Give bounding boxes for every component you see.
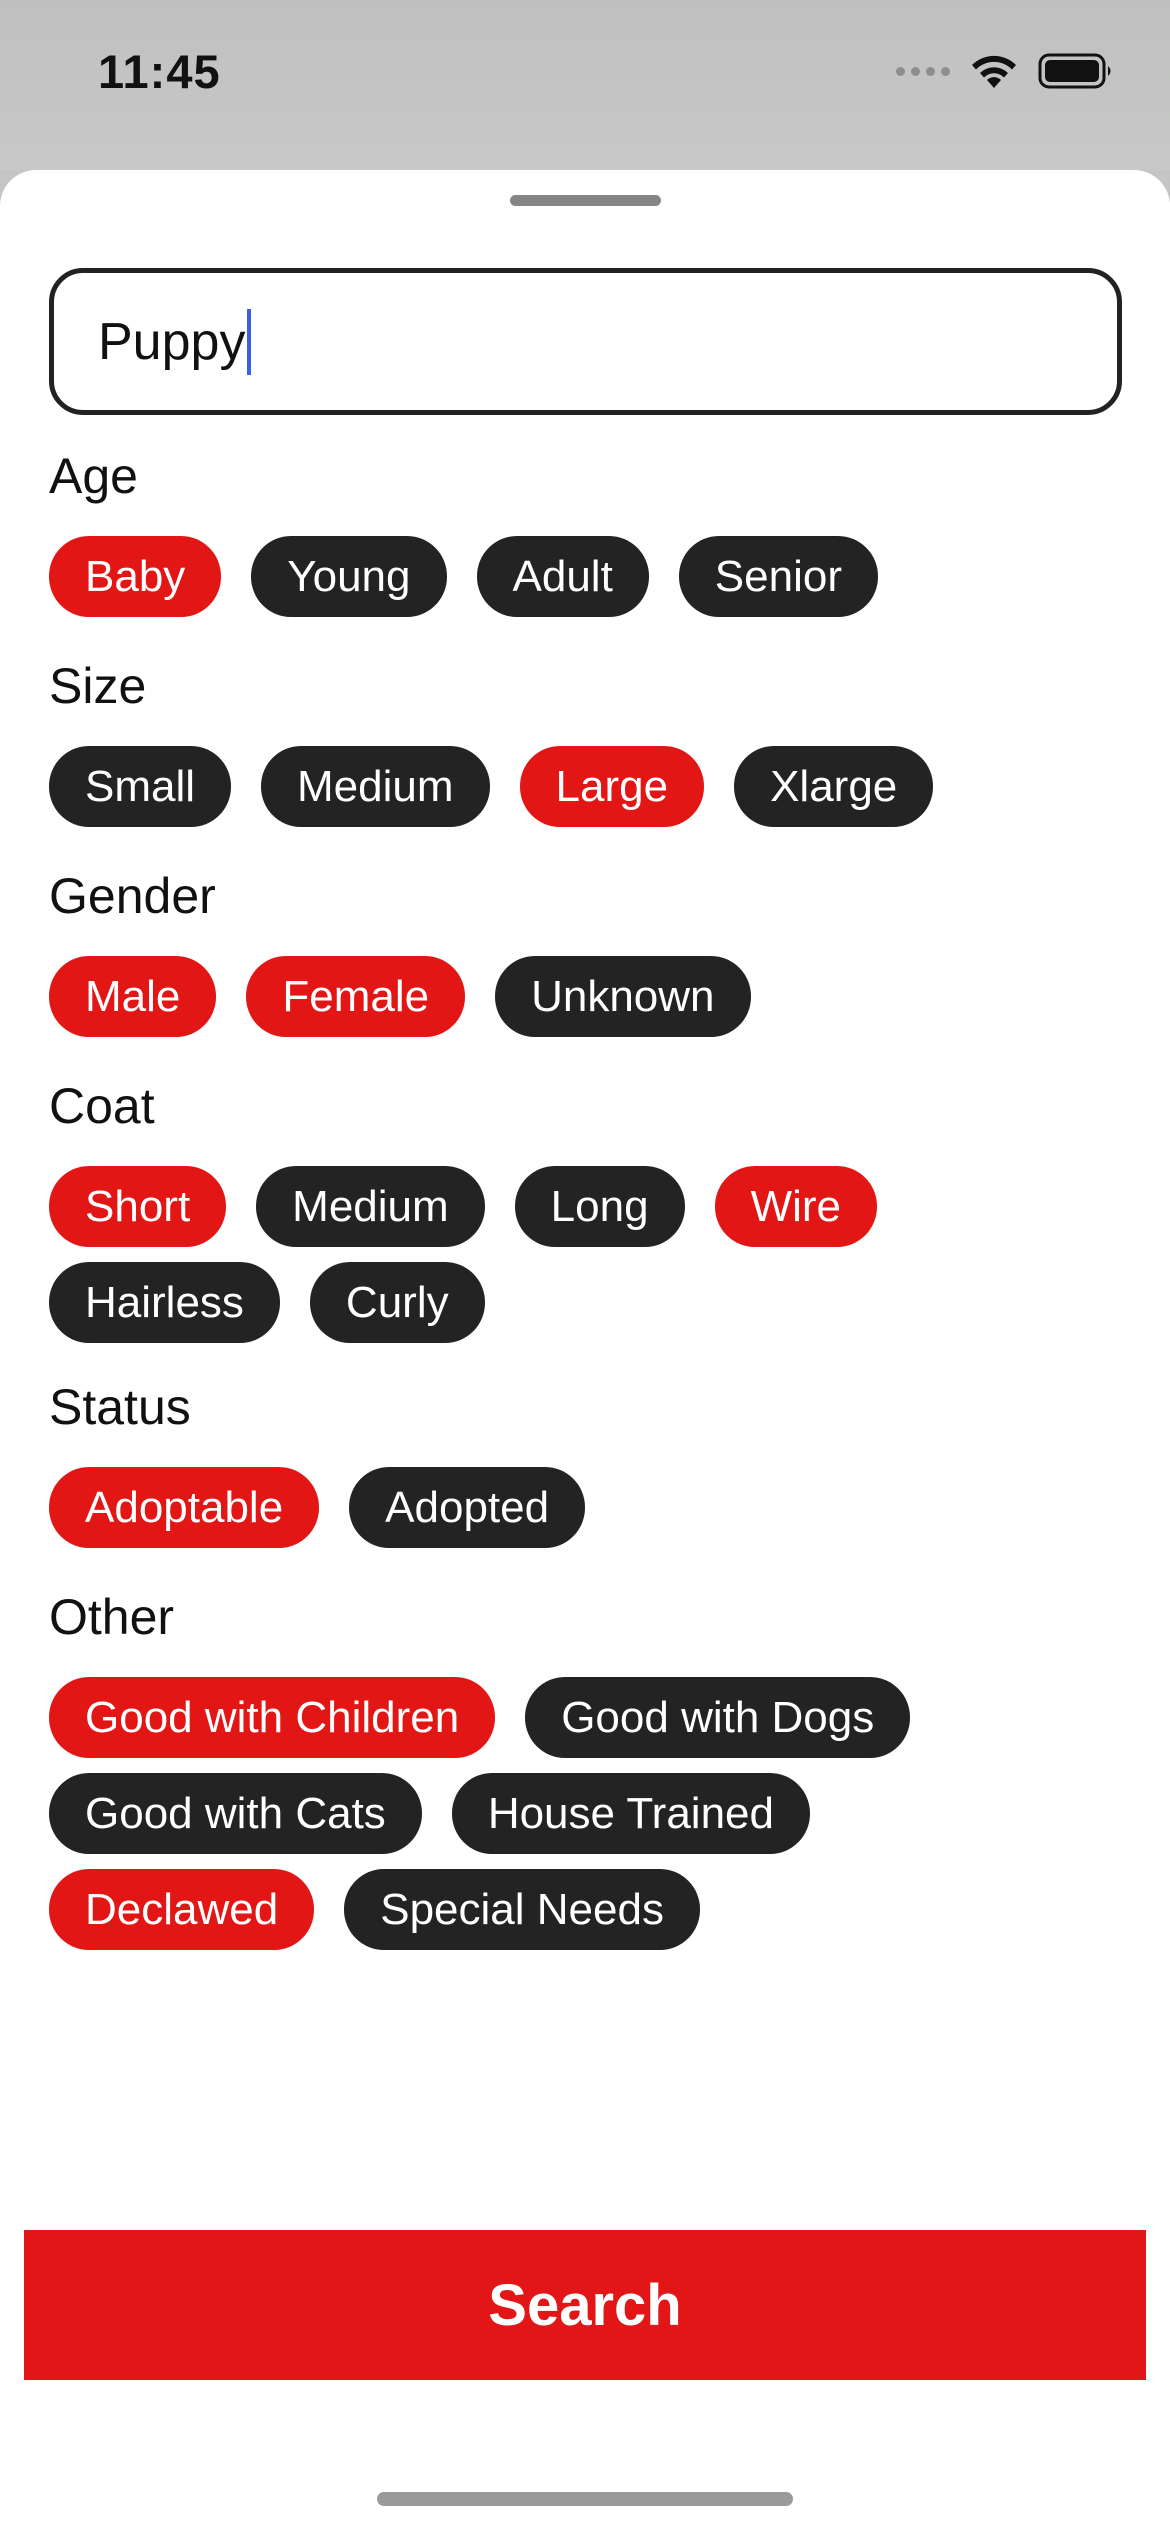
- chip-age-baby[interactable]: Baby: [49, 536, 222, 617]
- chip-row-other-3: Declawed Special Needs: [49, 1869, 700, 1950]
- home-indicator: [377, 2492, 793, 2506]
- chip-other-house-trained[interactable]: House Trained: [451, 1773, 810, 1854]
- search-button[interactable]: Search: [24, 2230, 1146, 2380]
- chip-other-declawed[interactable]: Declawed: [49, 1869, 315, 1950]
- chip-age-adult[interactable]: Adult: [476, 536, 649, 617]
- chip-row-other-2: Good with Cats House Trained: [49, 1773, 810, 1854]
- section-label-coat: Coat: [49, 1078, 155, 1134]
- chip-size-medium[interactable]: Medium: [261, 746, 490, 827]
- section-label-gender: Gender: [49, 868, 216, 924]
- section-label-other: Other: [49, 1589, 175, 1645]
- section-label-size: Size: [49, 658, 147, 714]
- search-input[interactable]: Puppy: [49, 268, 1122, 415]
- search-input-text: Puppy: [98, 312, 246, 371]
- chip-row-coat-2: Hairless Curly: [49, 1262, 485, 1343]
- chip-status-adoptable[interactable]: Adoptable: [49, 1467, 320, 1548]
- status-icons: [896, 52, 1114, 90]
- chip-other-special-needs[interactable]: Special Needs: [344, 1869, 700, 1950]
- chip-gender-male[interactable]: Male: [49, 956, 217, 1037]
- sheet-grabber[interactable]: [510, 195, 661, 206]
- chip-row-age: Baby Young Adult Senior: [49, 536, 878, 617]
- chip-age-senior[interactable]: Senior: [678, 536, 878, 617]
- chip-coat-long[interactable]: Long: [514, 1166, 685, 1247]
- chip-status-adopted[interactable]: Adopted: [349, 1467, 586, 1548]
- section-label-age: Age: [49, 448, 138, 504]
- chip-coat-short[interactable]: Short: [49, 1166, 227, 1247]
- chip-row-size: Small Medium Large Xlarge: [49, 746, 934, 827]
- chip-coat-curly[interactable]: Curly: [309, 1262, 485, 1343]
- status-time: 11:45: [98, 45, 221, 98]
- chip-row-status: Adoptable Adopted: [49, 1467, 586, 1548]
- filter-sheet: Puppy Age Baby Young Adult Senior Size S…: [0, 170, 1170, 2532]
- chip-row-gender: Male Female Unknown: [49, 956, 751, 1037]
- text-caret: [247, 308, 252, 375]
- cellular-signal-icon: [896, 66, 950, 76]
- chip-gender-unknown[interactable]: Unknown: [495, 956, 751, 1037]
- chip-other-good-with-children[interactable]: Good with Children: [49, 1677, 496, 1758]
- chip-age-young[interactable]: Young: [251, 536, 447, 617]
- chip-size-xlarge[interactable]: Xlarge: [734, 746, 934, 827]
- wifi-icon: [972, 55, 1016, 88]
- status-bar: 11:45: [0, 0, 1170, 170]
- chip-row-other-1: Good with Children Good with Dogs: [49, 1677, 911, 1758]
- chip-coat-hairless[interactable]: Hairless: [49, 1262, 280, 1343]
- chip-other-good-with-dogs[interactable]: Good with Dogs: [525, 1677, 911, 1758]
- chip-row-coat-1: Short Medium Long Wire: [49, 1166, 877, 1247]
- chip-coat-medium[interactable]: Medium: [256, 1166, 485, 1247]
- chip-size-small[interactable]: Small: [49, 746, 232, 827]
- chip-gender-female[interactable]: Female: [246, 956, 466, 1037]
- battery-icon: [1038, 53, 1111, 89]
- chip-coat-wire[interactable]: Wire: [714, 1166, 877, 1247]
- chip-size-large[interactable]: Large: [519, 746, 705, 827]
- section-label-status: Status: [49, 1379, 191, 1435]
- chip-other-good-with-cats[interactable]: Good with Cats: [49, 1773, 422, 1854]
